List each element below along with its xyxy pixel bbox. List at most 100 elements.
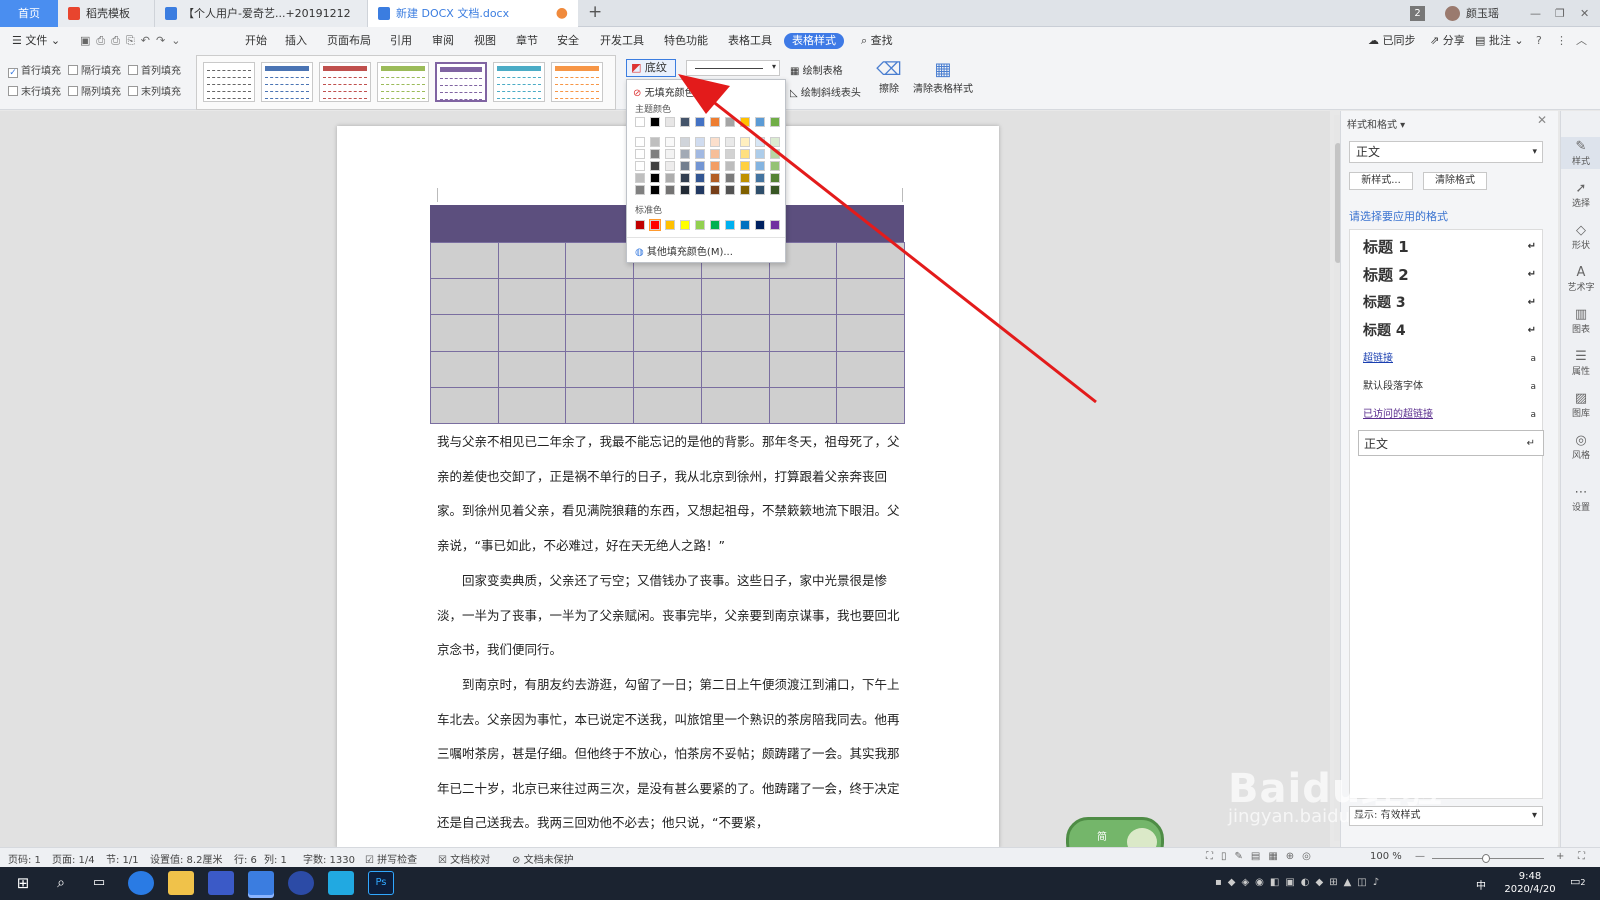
zoom-slider[interactable] xyxy=(1432,854,1544,863)
table-cell[interactable] xyxy=(565,314,635,352)
user-name[interactable]: 颜玉瑶 xyxy=(1466,0,1499,27)
menu-start[interactable]: 开始 xyxy=(245,27,267,55)
table-cell[interactable] xyxy=(430,278,499,316)
shape-tool[interactable]: ◇ 形状 xyxy=(1561,223,1600,251)
theme-color-swatch[interactable] xyxy=(635,149,645,159)
style-default-font[interactable]: 默认段落字体 a xyxy=(1358,374,1544,400)
wordart-tool[interactable]: A 艺术字 xyxy=(1561,265,1600,293)
notification-icon[interactable]: ▭2 xyxy=(1570,875,1586,888)
table-cell[interactable] xyxy=(497,386,567,424)
photoshop-icon[interactable]: Ps xyxy=(368,871,394,895)
checkbox-first-column[interactable]: 首列填充 xyxy=(128,62,181,77)
theme-color-swatch[interactable] xyxy=(650,185,660,195)
menu-security[interactable]: 安全 xyxy=(557,27,579,55)
table-cell[interactable] xyxy=(497,314,567,352)
sync-status[interactable]: ☁ 已同步 xyxy=(1368,27,1416,55)
status-pages[interactable]: 页面: 1/4 xyxy=(52,851,95,866)
minimize-icon[interactable]: — xyxy=(1530,0,1541,27)
menu-table-style[interactable]: 表格样式 xyxy=(784,33,844,49)
menu-insert[interactable]: 插入 xyxy=(285,27,307,55)
ime-indicator[interactable]: 中 xyxy=(1476,877,1486,892)
gallery-tool[interactable]: ▨ 图库 xyxy=(1561,391,1600,419)
theme-color-swatch[interactable] xyxy=(635,185,645,195)
style-heading-3[interactable]: 标题 3 ↵ xyxy=(1358,290,1544,316)
task-view-icon[interactable]: ▭ xyxy=(86,871,112,895)
theme-color-swatch[interactable] xyxy=(635,173,645,183)
system-tray-icons[interactable]: ▪◆◈◉◧▣◐◆⊞▲◫♪ xyxy=(1215,877,1385,888)
tab-template[interactable]: 稻壳模板 xyxy=(58,0,155,27)
style-heading-2[interactable]: 标题 2 ↵ xyxy=(1358,262,1544,288)
table-cell[interactable] xyxy=(430,350,499,388)
zoom-out-icon[interactable]: — xyxy=(1415,851,1425,862)
table-cell[interactable] xyxy=(430,386,499,424)
new-tab-button[interactable]: + xyxy=(588,2,602,22)
clock[interactable]: 9:48 2020/4/20 xyxy=(1500,870,1560,896)
table-cell[interactable] xyxy=(565,278,635,316)
paragraph-1[interactable]: 我与父亲不相见已二年余了，我最不能忘记的是他的背影。那年冬天，祖母死了，父亲的差… xyxy=(437,425,903,563)
checkbox-header-row[interactable]: ✓ 首行填充 xyxy=(8,62,61,78)
pane-close-icon[interactable]: ✕ xyxy=(1537,113,1547,127)
checkbox-last-column[interactable]: 末列填充 xyxy=(128,83,181,98)
window-count-badge[interactable]: 2 xyxy=(1410,6,1425,21)
table-style-swatch[interactable] xyxy=(377,62,429,102)
tab-home[interactable]: 首页 xyxy=(0,0,58,27)
tab-document-1[interactable]: 【个人用户-爱奇艺...+20191212 xyxy=(155,0,368,27)
theme-color-swatch[interactable] xyxy=(635,117,645,127)
zoom-slider-handle[interactable] xyxy=(1482,854,1490,863)
checkbox-banded-rows[interactable]: 隔行填充 xyxy=(68,62,121,77)
avatar[interactable] xyxy=(1445,6,1460,21)
paragraph-2[interactable]: 回家变卖典质，父亲还了亏空；又借钱办了丧事。这些日子，家中光景很是惨淡，一半为了… xyxy=(437,564,903,667)
proofread-button[interactable]: ☒ 文档校对 xyxy=(438,851,490,866)
table-cell[interactable] xyxy=(497,278,567,316)
standard-color-swatch[interactable] xyxy=(649,219,661,231)
menu-view[interactable]: 视图 xyxy=(474,27,496,55)
search-button[interactable]: ⌕ 查找 xyxy=(861,27,893,55)
table-cell[interactable] xyxy=(565,350,635,388)
table-cell[interactable] xyxy=(565,386,635,424)
theme-color-swatch[interactable] xyxy=(635,137,645,147)
table-style-swatch[interactable] xyxy=(435,62,487,102)
table-cell[interactable] xyxy=(430,242,499,280)
theme-color-swatch[interactable] xyxy=(635,161,645,171)
chart-tool[interactable]: ▥ 图表 xyxy=(1561,307,1600,335)
comment-button[interactable]: ▤ 批注 ⌄ xyxy=(1475,27,1524,55)
style-visited-hyperlink[interactable]: 已访问的超链接 a xyxy=(1358,402,1544,428)
table-cell[interactable] xyxy=(497,242,567,280)
table-cell[interactable] xyxy=(497,350,567,388)
close-icon[interactable]: ✕ xyxy=(1580,0,1589,27)
help-icon[interactable]: ? xyxy=(1536,27,1542,55)
menu-chapter[interactable]: 章节 xyxy=(516,27,538,55)
quick-access-toolbar[interactable]: ▣⎙⎙⎘↶↷⌄ xyxy=(80,27,186,55)
app-icon[interactable] xyxy=(208,871,234,895)
select-tool[interactable]: ➚ 选择 xyxy=(1561,181,1600,209)
baidu-icon[interactable] xyxy=(288,871,314,895)
theme-tool[interactable]: ◎ 风格 xyxy=(1561,433,1600,461)
restore-icon[interactable]: ❐ xyxy=(1555,0,1565,27)
image-viewer-icon[interactable] xyxy=(328,871,354,895)
spell-check-button[interactable]: ☑ 拼写检查 xyxy=(365,851,417,866)
fullscreen-icon[interactable]: ⛶ xyxy=(1578,851,1585,862)
wps-writer-icon[interactable] xyxy=(248,871,274,895)
new-style-button[interactable]: 新样式... xyxy=(1349,172,1413,190)
clear-format-button[interactable]: 清除格式 xyxy=(1423,172,1487,190)
table-style-swatch[interactable] xyxy=(551,62,603,102)
browser-icon[interactable] xyxy=(128,871,154,895)
menu-table-tools[interactable]: 表格工具 xyxy=(728,27,772,55)
style-hyperlink[interactable]: 超链接 a xyxy=(1358,346,1544,372)
theme-color-swatch[interactable] xyxy=(650,117,660,127)
standard-color-swatch[interactable] xyxy=(635,220,645,230)
settings-tool[interactable]: ⋯ 设置 xyxy=(1561,485,1600,513)
theme-color-swatch[interactable] xyxy=(650,161,660,171)
theme-color-swatch[interactable] xyxy=(650,137,660,147)
collapse-ribbon-icon[interactable]: ︿ xyxy=(1576,27,1587,55)
zoom-in-icon[interactable]: + xyxy=(1556,851,1564,862)
style-normal[interactable]: 正文 ↵ xyxy=(1358,430,1544,456)
table-style-swatch[interactable] xyxy=(203,62,255,102)
table-cell[interactable] xyxy=(565,242,635,280)
table-style-swatch[interactable] xyxy=(319,62,371,102)
menu-review[interactable]: 审阅 xyxy=(432,27,454,55)
current-style-select[interactable]: 正文 ▾ xyxy=(1349,141,1543,163)
style-heading-4[interactable]: 标题 4 ↵ xyxy=(1358,318,1544,344)
paragraph-3[interactable]: 到南京时，有朋友约去游逛，勾留了一日；第二日上午便须渡江到浦口，下午上车北去。父… xyxy=(437,668,903,844)
table-style-swatch[interactable] xyxy=(261,62,313,102)
